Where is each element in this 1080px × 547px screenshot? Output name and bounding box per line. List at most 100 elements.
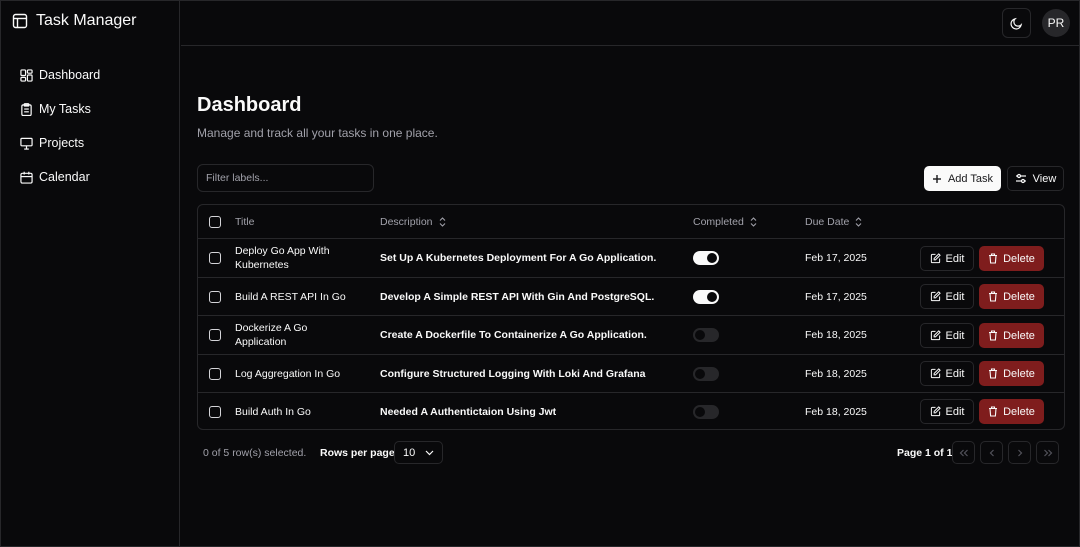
last-page-button[interactable] [1036,441,1059,464]
table-header: Title Description Completed Due Date [198,205,1064,239]
completed-toggle[interactable] [693,366,719,381]
header-checkbox-cell [209,205,221,239]
toggle-knob [695,368,705,379]
page-title: Dashboard [197,94,302,116]
sidebar-item-dashboard[interactable]: Dashboard [20,58,100,92]
row-checkbox[interactable] [209,290,221,303]
chevrons-left-icon [959,449,969,457]
sidebar-item-calendar[interactable]: Calendar [20,160,100,194]
delete-label: Delete [1003,405,1035,418]
task-description: Needed A Authentictaion Using Jwt [380,405,557,418]
previous-page-button[interactable] [980,441,1003,464]
row-checkbox[interactable] [209,252,221,264]
completed-toggle[interactable] [693,328,719,342]
clipboard-icon [20,102,33,116]
presentation-icon [20,137,33,150]
chevron-left-icon [989,449,995,457]
edit-icon [930,330,941,341]
rows-per-page-value: 10 [403,446,416,459]
sort-icon [750,217,757,227]
first-page-button[interactable] [952,441,975,464]
table-row: Build Auth In Go Needed A Authentictaion… [198,393,1064,430]
edit-icon [930,368,941,379]
edit-icon [930,406,941,417]
completed-toggle[interactable] [693,251,719,265]
edit-label: Edit [945,252,965,265]
top-header: PR [181,0,1080,46]
delete-button[interactable]: Delete [979,361,1044,386]
completed-cell [693,239,719,277]
table-row: Log Aggregation In Go Configure Structur… [198,355,1064,393]
column-description-label: Description [380,216,433,228]
edit-button[interactable]: Edit [920,323,974,348]
add-task-button[interactable]: Add Task [924,166,1001,191]
row-checkbox[interactable] [209,405,221,418]
completed-cell [693,355,719,392]
task-due-date: Feb 17, 2025 [805,252,867,264]
plus-icon [932,174,942,184]
avatar[interactable]: PR [1042,9,1070,37]
edit-button[interactable]: Edit [920,361,974,386]
column-due-date-label: Due Date [805,216,850,228]
edit-label: Edit [945,329,965,342]
row-checkbox[interactable] [209,367,221,380]
edit-button[interactable]: Edit [920,246,974,271]
trash-icon [988,291,998,302]
selection-count: 0 of 5 row(s) selected. [203,447,307,459]
page-info: Page 1 of 1 [897,447,953,459]
dashboard-icon [20,68,33,82]
column-header-completed[interactable]: Completed [693,205,757,239]
row-checkbox-cell [209,239,221,277]
row-checkbox-cell [209,278,221,315]
row-checkbox-cell [209,316,221,354]
completed-toggle[interactable] [693,404,719,419]
theme-toggle-button[interactable] [1002,8,1031,38]
rows-per-page-select[interactable]: 10 [394,441,443,464]
sort-icon [855,217,862,227]
sidebar-item-projects[interactable]: Projects [20,126,100,160]
task-title: Dockerize A Go Application [235,322,308,348]
task-due-date: Feb 18, 2025 [805,405,867,418]
table-row: Deploy Go App With Kubernetes Set Up A K… [198,239,1064,278]
table-row: Dockerize A Go Application Create A Dock… [198,316,1064,355]
brand[interactable]: Task Manager [12,12,137,30]
filter-input[interactable] [197,164,374,192]
delete-label: Delete [1003,290,1035,303]
sidebar-item-my-tasks[interactable]: My Tasks [20,92,100,126]
task-due-date: Feb 17, 2025 [805,290,867,303]
completed-cell [693,278,719,315]
sort-icon [439,217,446,227]
edit-button[interactable]: Edit [920,399,974,424]
row-checkbox[interactable] [209,329,221,341]
edit-button[interactable]: Edit [920,284,974,309]
table-row: Build A REST API In Go Develop A Simple … [198,278,1064,316]
edit-icon [930,291,941,302]
column-header-due-date[interactable]: Due Date [805,205,862,239]
column-header-description[interactable]: Description [380,205,446,239]
toggle-knob [707,291,717,302]
rows-per-page-label: Rows per page [320,447,395,459]
page-subtitle: Manage and track all your tasks in one p… [197,126,438,140]
delete-button[interactable]: Delete [979,246,1044,271]
completed-cell [693,316,719,354]
task-title: Build Auth In Go [235,405,311,418]
sliders-icon [1015,173,1027,184]
task-description: Configure Structured Logging With Loki A… [380,367,646,380]
row-checkbox-cell [209,355,221,392]
next-page-button[interactable] [1008,441,1031,464]
delete-button[interactable]: Delete [979,284,1044,309]
completed-toggle[interactable] [693,289,719,304]
view-button[interactable]: View [1007,166,1064,191]
sidebar-item-label: Calendar [39,170,90,184]
delete-label: Delete [1003,367,1035,380]
column-completed-label: Completed [693,216,744,228]
chevrons-right-icon [1043,449,1053,457]
select-all-checkbox[interactable] [209,216,221,228]
toggle-knob [707,253,717,263]
edit-label: Edit [945,405,965,418]
task-description: Develop A Simple REST API With Gin And P… [380,290,655,303]
delete-button[interactable]: Delete [979,399,1044,424]
delete-button[interactable]: Delete [979,323,1044,348]
trash-icon [988,253,998,264]
moon-icon [1010,17,1023,30]
